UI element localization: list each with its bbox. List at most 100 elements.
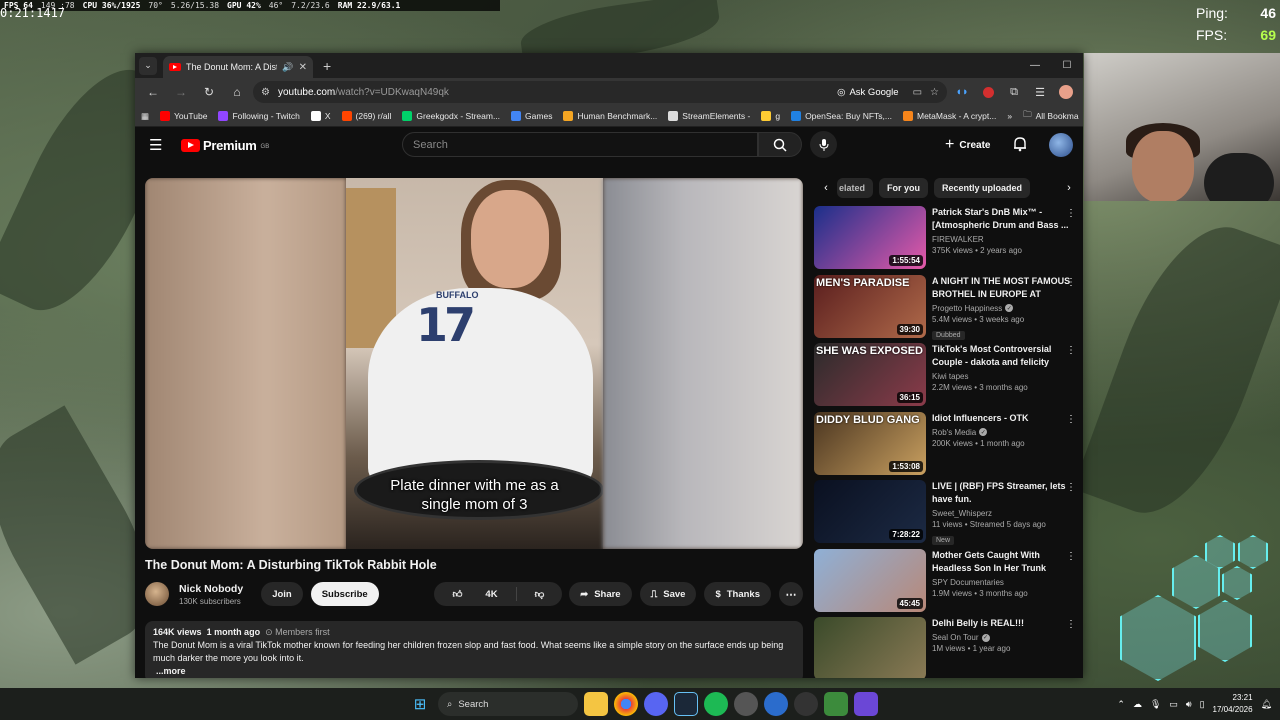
channel-name[interactable]: Nick Nobody — [179, 583, 243, 595]
share-button[interactable]: ➦ Share — [569, 582, 632, 606]
like-button[interactable]: 👍︎ 4K — [434, 582, 515, 606]
search-input[interactable]: Search — [402, 132, 758, 157]
recommended-channel[interactable]: Progetto Happiness ✓ — [932, 304, 1072, 313]
bookmark-item[interactable]: StreamElements - — [668, 111, 750, 121]
battery-icon[interactable]: ▯ — [1200, 699, 1205, 710]
recommended-video[interactable]: Delhi Belly is REAL!!! Seal On Tour ✓ 1M vi… — [814, 617, 1083, 678]
profile-avatar-icon[interactable] — [1055, 81, 1077, 103]
recommended-title[interactable]: LIVE | (RBF) FPS Streamer, lets have fun… — [932, 480, 1072, 506]
bookmark-item[interactable]: (269) r/all — [341, 111, 391, 121]
reload-button[interactable]: ↻ — [197, 81, 221, 103]
video-options-icon[interactable]: ⋮ — [1066, 414, 1076, 425]
speaker-icon[interactable]: 🔊 — [282, 62, 293, 73]
calculator-grid-icon[interactable] — [854, 692, 878, 716]
recommended-channel[interactable]: SPY Documentaries — [932, 578, 1072, 587]
back-button[interactable]: ← — [141, 81, 165, 103]
menu-icon[interactable]: ☰ — [149, 136, 179, 154]
video-options-icon[interactable]: ⋮ — [1066, 208, 1076, 219]
video-thumbnail[interactable]: MEN'S PARADISE 39:30 — [814, 274, 926, 338]
windows-start-icon[interactable]: ⊞ — [408, 692, 432, 716]
bookmark-item[interactable]: X — [310, 111, 331, 121]
tab-search-button[interactable]: ⌄ — [139, 56, 157, 75]
recommended-title[interactable]: A NIGHT IN THE MOST FAMOUS BROTHEL IN EU… — [932, 275, 1072, 301]
recommended-channel[interactable]: Kiwi tapes — [932, 372, 1072, 381]
obs-icon[interactable] — [794, 692, 818, 716]
edge-icon[interactable] — [764, 692, 788, 716]
subscribe-button[interactable]: Subscribe — [310, 582, 379, 606]
video-options-icon[interactable]: ⋮ — [1066, 345, 1076, 356]
video-options-icon[interactable]: ⋮ — [1066, 277, 1076, 288]
bookmark-item[interactable]: Games — [511, 111, 552, 121]
video-thumbnail[interactable] — [814, 617, 926, 678]
save-button[interactable]: ⎍ Save — [639, 582, 697, 606]
video-options-icon[interactable]: ⋮ — [1066, 482, 1076, 493]
chip-related[interactable]: elated — [837, 178, 874, 198]
chip-for-you[interactable]: For you — [879, 178, 929, 198]
bookmark-item[interactable]: Following - Twitch — [218, 111, 300, 121]
home-button[interactable]: ⌂ — [225, 81, 249, 103]
chips-right-arrow-icon[interactable]: › — [1058, 182, 1080, 194]
forward-button[interactable]: → — [169, 81, 193, 103]
video-options-icon[interactable]: ⋮ — [1066, 619, 1076, 630]
voice-search-button[interactable] — [810, 131, 837, 158]
bookmark-item[interactable]: OpenSea: Buy NFTs,... — [791, 111, 892, 121]
create-button[interactable]: + Create — [945, 133, 990, 157]
recommended-title[interactable]: Idiot Influencers - OTK — [932, 412, 1072, 425]
search-button[interactable] — [758, 132, 802, 157]
recommended-title[interactable]: Mother Gets Caught With Headless Son In … — [932, 549, 1072, 575]
channel-avatar[interactable] — [145, 582, 169, 606]
recommended-title[interactable]: Patrick Star's DnB Mix™ - [Atmospheric D… — [932, 206, 1072, 232]
notification-bell-icon[interactable]: 🔔︎ — [1261, 699, 1272, 710]
onedrive-icon[interactable]: ☁ — [1133, 699, 1142, 710]
recommended-video[interactable]: MEN'S PARADISE 39:30 A NIGHT IN THE MOST F… — [814, 274, 1083, 344]
github-desktop-icon[interactable] — [734, 692, 758, 716]
recommended-video[interactable]: DIDDY BLUD GANG 1:53:08 Idiot Influencers … — [814, 411, 1083, 481]
ask-google-button[interactable]: ◎ Ask Google — [837, 87, 898, 98]
url-input[interactable]: ⚙ youtube.com/watch?v=UDKwaqN49qk ◎ Ask … — [253, 81, 947, 103]
account-avatar[interactable] — [1049, 133, 1073, 157]
show-more-link[interactable]: ...more — [156, 666, 186, 676]
tab-youtube[interactable]: The Donut Mom: A Disturbi 🔊 ✕ — [163, 56, 313, 78]
video-player[interactable]: BUFFALO 17 Plate dinner with me as a sin… — [145, 178, 803, 549]
bookmark-item[interactable]: Human Benchmark... — [563, 111, 657, 121]
cast-icon[interactable]: ▭ — [913, 87, 922, 98]
video-thumbnail[interactable]: SHE WAS EXPOSED 36:15 — [814, 343, 926, 406]
recommended-channel[interactable]: Seal On Tour ✓ — [932, 633, 1072, 642]
video-thumbnail[interactable]: DIDDY BLUD GANG 1:53:08 — [814, 411, 926, 475]
file-explorer-icon[interactable] — [584, 692, 608, 716]
recommended-title[interactable]: Delhi Belly is REAL!!! — [932, 617, 1072, 630]
recommended-title[interactable]: TikTok's Most Controversial Couple - dak… — [932, 343, 1072, 369]
bookmark-item[interactable]: g — [761, 111, 780, 121]
recommended-channel[interactable]: FIREWALKER — [932, 235, 1072, 244]
bookmark-item[interactable]: Greekgodx - Stream... — [402, 111, 500, 121]
all-bookmarks-folder[interactable]: 🗀︎ All Bookma — [1023, 109, 1079, 123]
youtube-logo[interactable]: Premium GB — [181, 138, 269, 153]
recommended-video[interactable]: 7:28:22 LIVE | (RBF) FPS Streamer, lets h… — [814, 480, 1083, 549]
spotify-icon[interactable] — [704, 692, 728, 716]
tray-overflow-icon[interactable]: ⌃ — [1117, 699, 1125, 710]
discord-icon[interactable] — [644, 692, 668, 716]
recommended-video[interactable]: 45:45 Mother Gets Caught With Headless So… — [814, 548, 1083, 618]
extension-wave-icon[interactable]: ◖◗ — [951, 81, 973, 103]
video-options-icon[interactable]: ⋮ — [1066, 551, 1076, 562]
new-tab-button[interactable]: + — [323, 58, 331, 74]
chips-left-arrow-icon[interactable]: ‹ — [815, 182, 837, 194]
bookmarks-overflow-icon[interactable]: » — [1007, 111, 1012, 121]
recommended-video[interactable]: SHE WAS EXPOSED 36:15 TikTok's Most Contro… — [814, 343, 1083, 412]
chip-recently-uploaded[interactable]: Recently uploaded — [934, 178, 1031, 198]
maximize-icon[interactable]: ☐ — [1051, 53, 1083, 78]
bookmark-item[interactable]: MetaMask - A crypt... — [903, 111, 996, 121]
steam-icon[interactable] — [674, 692, 698, 716]
monitor-app-icon[interactable] — [824, 692, 848, 716]
extension-record-icon[interactable] — [977, 81, 999, 103]
network-icon[interactable]: ▭ — [1169, 699, 1178, 710]
chrome-icon[interactable] — [614, 692, 638, 716]
site-info-icon[interactable]: ⚙ — [261, 87, 270, 98]
more-actions-icon[interactable]: ⋯ — [779, 582, 803, 606]
mic-tray-icon[interactable]: 🎙︎ — [1150, 699, 1161, 710]
recommended-channel[interactable]: Rob's Media ✓ — [932, 428, 1072, 437]
thanks-button[interactable]: $ Thanks — [704, 582, 771, 606]
video-thumbnail[interactable]: 45:45 — [814, 548, 926, 612]
extensions-puzzle-icon[interactable]: ⧉ — [1003, 81, 1025, 103]
notifications-bell-icon[interactable] — [1013, 136, 1027, 152]
